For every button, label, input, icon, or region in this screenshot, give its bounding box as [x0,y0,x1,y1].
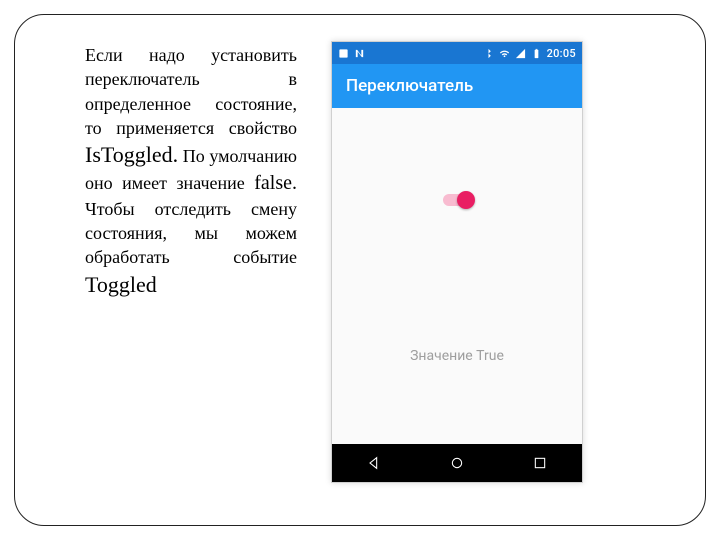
toggled-keyword: Toggled [85,272,157,297]
slide-card: Если надо установить переключатель в опр… [14,14,706,526]
istoggled-keyword: IsToggled. [85,142,178,167]
false-keyword: false. [254,172,297,194]
home-icon[interactable] [449,455,465,471]
value-label: Значение True [332,348,582,364]
switch-control[interactable] [443,194,471,206]
switch-track [443,194,471,206]
clock-text: 20:05 [547,47,576,60]
recents-icon[interactable] [532,455,548,471]
signal-icon [515,48,526,59]
status-right: 20:05 [483,47,576,60]
status-left [338,48,365,59]
text-segment: Если надо установить переключатель в опр… [85,45,297,138]
phone-mockup: 20:05 Переключатель Значение True [331,41,583,483]
description-text: Если надо установить переключатель в опр… [85,43,297,299]
nav-bar [332,444,582,482]
bluetooth-icon [483,48,494,59]
screen-body: Значение True [332,108,582,444]
wifi-icon [499,48,510,59]
n-icon [354,48,365,59]
slide-content: Если надо установить переключатель в опр… [45,37,681,503]
app-bar: Переключатель [332,64,582,108]
app-icon [338,48,349,59]
app-title: Переключатель [346,76,473,96]
back-icon[interactable] [366,455,382,471]
status-bar: 20:05 [332,42,582,64]
battery-icon [531,48,542,59]
switch-thumb [457,191,475,209]
text-segment: Чтобы отследить смену состояния, мы може… [85,199,297,268]
